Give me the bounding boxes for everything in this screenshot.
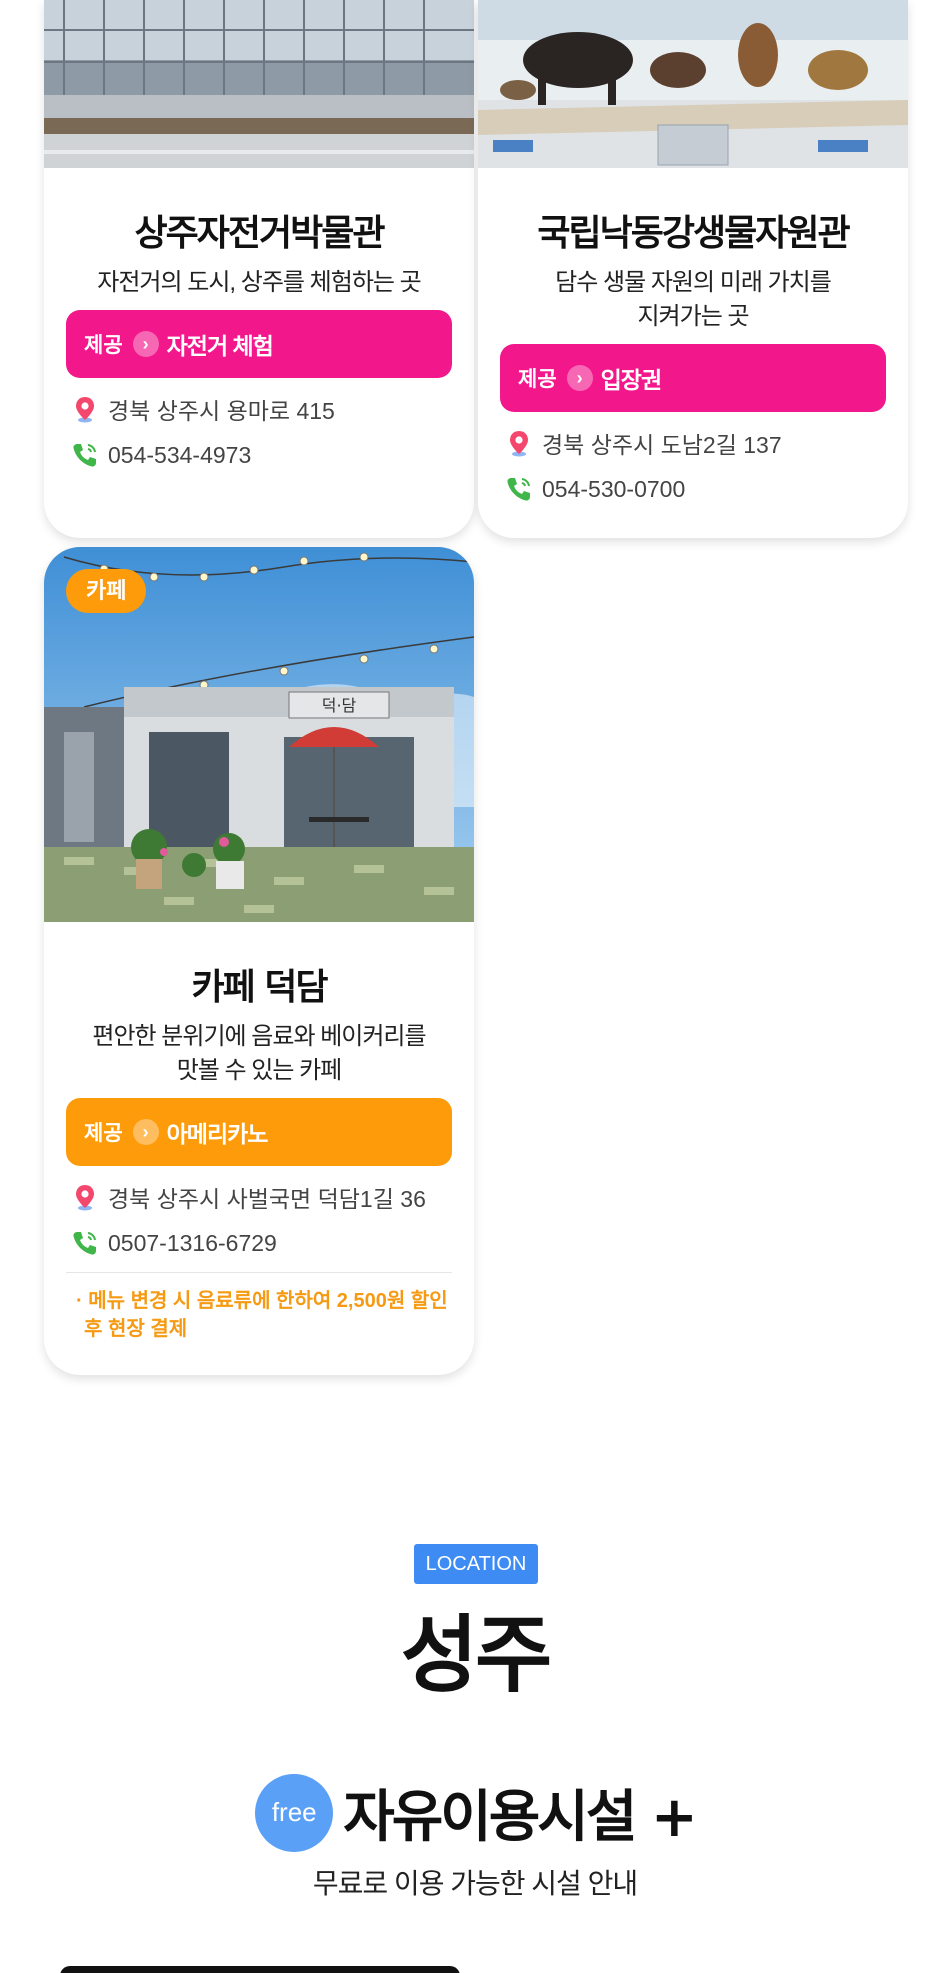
exhibit-animals-photo: [478, 0, 908, 168]
offer-pill[interactable]: 제공 › 입장권: [500, 344, 886, 412]
card-title: 상주자전거박물관: [134, 213, 386, 254]
discount-note-line-1: · 메뉴 변경 시 음료류에 한하여 2,500원 할인: [76, 1290, 448, 1312]
facility-title: 자유이용시설 +: [343, 1785, 698, 1850]
offer-text: 입장권: [600, 367, 662, 393]
divider: [66, 1272, 452, 1273]
offer-label: 제공: [84, 334, 123, 357]
address-text: 경북 상주시 용마로 415: [108, 398, 335, 424]
chevron-right-icon: ›: [132, 1119, 159, 1145]
address-text: 경북 상주시 도남2길 137: [542, 432, 782, 458]
facility-heading: free 자유이용시설 +: [0, 1772, 950, 1853]
card-title: 카페 덕담: [191, 967, 328, 1008]
phone-icon: [507, 478, 530, 501]
facility-subtitle: 무료로 이용 가능한 시설 안내: [312, 1868, 638, 1899]
offer-pill[interactable]: 제공 › 자전거 체험: [66, 310, 452, 378]
card-description-line-1: 편안한 분위기에 음료와 베이커리를: [92, 1023, 426, 1050]
phone-icon: [73, 1232, 96, 1255]
phone-row[interactable]: 054-530-0700: [500, 474, 886, 504]
card-description-line-2: 지켜가는 곳: [637, 303, 749, 330]
phone-text: 0507-1316-6729: [108, 1229, 277, 1256]
discount-note: · 메뉴 변경 시 음료류에 한하여 2,500원 할인 후 현장 결제: [66, 1287, 452, 1343]
location-tag: LOCATION: [414, 1544, 538, 1584]
phone-text: 054-534-4973: [108, 441, 252, 468]
next-section-tab[interactable]: [60, 1966, 460, 1973]
offer-text: 아메리카노: [166, 1121, 269, 1147]
card-description: 편안한 분위기에 음료와 베이커리를 맛볼 수 있는 카페: [66, 1020, 452, 1088]
offer-text: 자전거 체험: [166, 333, 274, 359]
address-text: 경북 상주시 사벌국면 덕담1길 36: [108, 1186, 426, 1212]
location-pin-icon: [510, 431, 528, 457]
free-badge: free: [255, 1773, 334, 1852]
location-title: 성주: [400, 1606, 553, 1704]
address-row: 경북 상주시 도남2길 137: [500, 426, 886, 460]
offer-label: 제공: [84, 1122, 123, 1145]
card-title: 국립낙동강생물자원관: [537, 213, 850, 254]
offer-pill[interactable]: 제공 › 아메리카노: [66, 1098, 452, 1166]
card-nakdonggang-bioresources[interactable]: 국립낙동강생물자원관 담수 생물 자원의 미래 가치를 지켜가는 곳 제공 › …: [478, 0, 908, 538]
cafe-sign-text: 덕·담: [322, 696, 357, 715]
phone-text: 054-530-0700: [542, 475, 686, 502]
card-description-line-1: 담수 생물 자원의 미래 가치를: [555, 269, 832, 296]
location-pin-icon: [76, 1185, 94, 1211]
location-pin-icon: [76, 397, 94, 423]
card-description: 담수 생물 자원의 미래 가치를 지켜가는 곳: [500, 266, 886, 334]
address-row: 경북 상주시 사벌국면 덕담1길 36: [66, 1180, 452, 1214]
phone-row[interactable]: 054-534-4973: [66, 440, 452, 470]
offer-label: 제공: [518, 368, 557, 391]
card-cafe-deokdam[interactable]: 덕·담 카페 카페 덕담 편안한 분위기에 음료와 베이커리를 맛볼 수 있는 …: [44, 547, 474, 1375]
discount-note-line-2: 후 현장 결제: [84, 1318, 188, 1340]
museum-building-photo: [44, 0, 474, 168]
chevron-right-icon: ›: [132, 331, 159, 357]
category-badge: 카페: [66, 569, 147, 613]
phone-row[interactable]: 0507-1316-6729: [66, 1228, 452, 1258]
cafe-exterior-photo: 덕·담 카페: [44, 547, 474, 922]
card-description: 자전거의 도시, 상주를 체험하는 곳: [97, 269, 421, 296]
card-description-line-2: 맛볼 수 있는 카페: [176, 1057, 343, 1084]
card-sangju-bicycle-museum[interactable]: 상주자전거박물관 자전거의 도시, 상주를 체험하는 곳 제공 › 자전거 체험…: [44, 0, 474, 538]
phone-icon: [73, 444, 96, 467]
address-row: 경북 상주시 용마로 415: [66, 392, 452, 426]
chevron-right-icon: ›: [566, 365, 593, 391]
